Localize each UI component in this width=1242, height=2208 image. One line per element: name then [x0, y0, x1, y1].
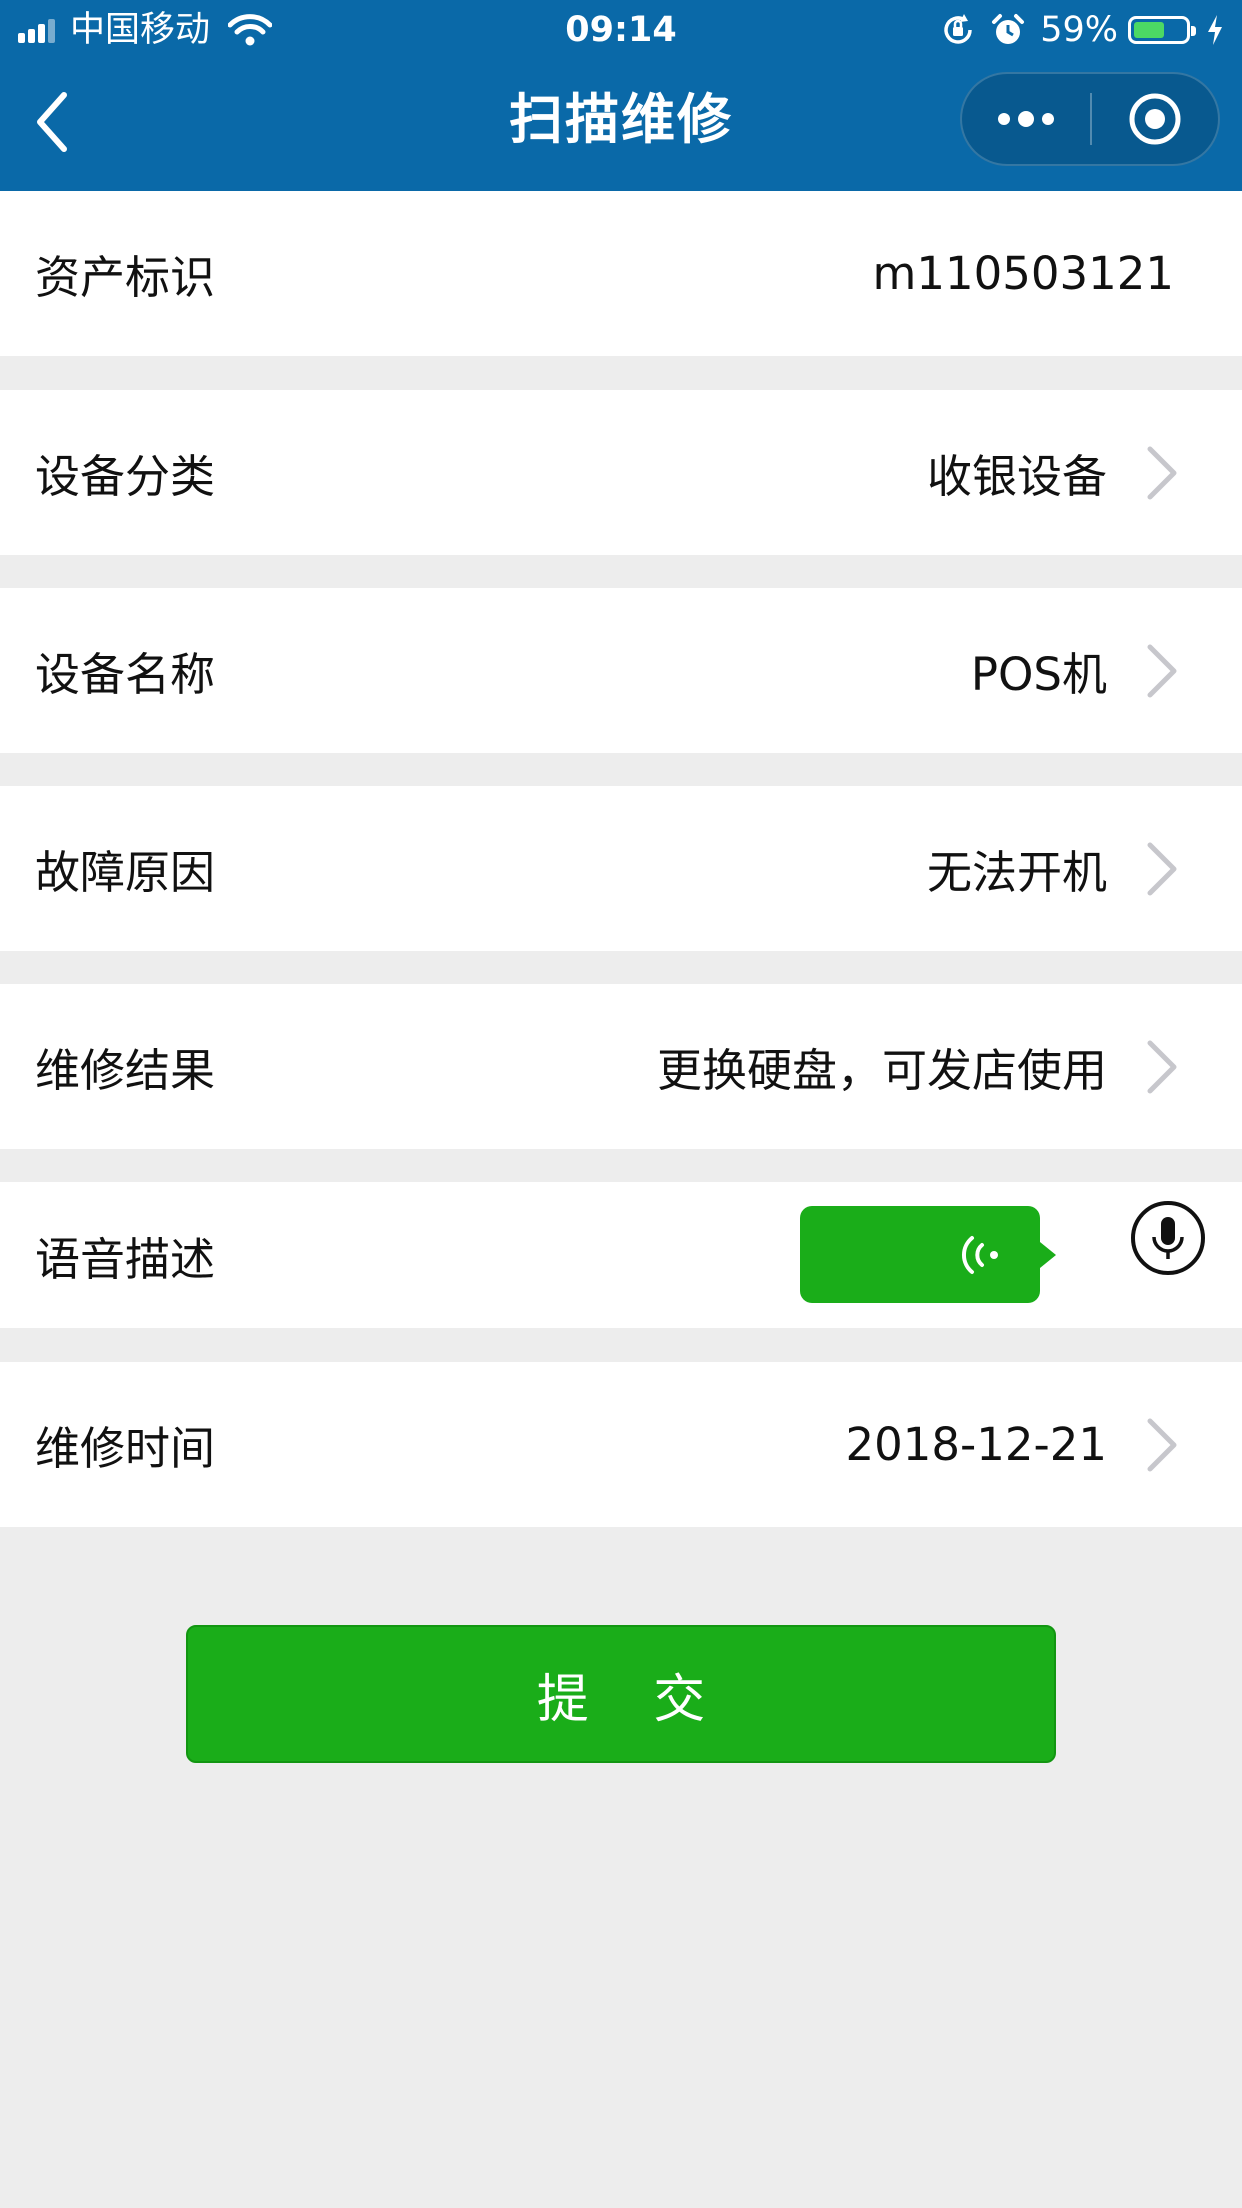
- close-button[interactable]: [1092, 72, 1218, 166]
- voice-message-bubble[interactable]: [800, 1206, 1056, 1303]
- microphone-icon[interactable]: [1129, 1199, 1207, 1277]
- more-icon: [998, 111, 1054, 127]
- device-name-row[interactable]: 设备名称 POS机: [0, 588, 1242, 753]
- close-target-icon: [1129, 93, 1181, 145]
- chevron-right-icon: [1147, 644, 1177, 697]
- chevron-right-icon: [1147, 446, 1177, 499]
- voice-label: 语音描述: [35, 1232, 216, 1286]
- fault-row[interactable]: 故障原因 无法开机: [0, 786, 1242, 951]
- repair-result-value: 更换硬盘，可发店使用: [656, 1044, 1107, 1097]
- repair-time-label: 维修时间: [35, 1422, 216, 1475]
- repair-result-label: 维修结果: [35, 1044, 216, 1097]
- category-row[interactable]: 设备分类 收银设备: [0, 390, 1242, 555]
- asset-id-label: 资产标识: [35, 251, 216, 304]
- voice-row: 语音描述: [0, 1182, 1242, 1328]
- battery-percent: 59%: [1040, 10, 1118, 50]
- battery-icon: [1128, 16, 1196, 44]
- fault-label: 故障原因: [35, 846, 216, 899]
- asset-id-value: m110503121: [872, 247, 1174, 300]
- repair-result-row[interactable]: 维修结果 更换硬盘，可发店使用: [0, 984, 1242, 1149]
- device-name-label: 设备名称: [35, 648, 216, 701]
- category-label: 设备分类: [35, 450, 216, 503]
- more-button[interactable]: [962, 72, 1090, 166]
- repair-time-value: 2018-12-21: [845, 1418, 1107, 1471]
- repair-time-row[interactable]: 维修时间 2018-12-21: [0, 1362, 1242, 1527]
- top-bar: 中国移动 09:14 59% 扫描维修: [0, 0, 1242, 191]
- fault-value: 无法开机: [926, 846, 1107, 899]
- chevron-right-icon: [1147, 842, 1177, 895]
- submit-button[interactable]: 提 交: [186, 1625, 1056, 1763]
- chevron-right-icon: [1147, 1418, 1177, 1471]
- charging-icon: [1208, 15, 1222, 45]
- asset-id-row: 资产标识 m110503121: [0, 191, 1242, 356]
- rotation-lock-icon: [944, 14, 972, 44]
- alarm-icon: [992, 14, 1025, 44]
- mini-program-capsule: [960, 72, 1220, 166]
- nav-bar: 扫描维修: [0, 60, 1242, 191]
- status-bar: 中国移动 09:14 59%: [0, 0, 1242, 60]
- voice-wave-icon: [961, 1236, 998, 1274]
- category-value: 收银设备: [926, 450, 1107, 503]
- chevron-right-icon: [1147, 1040, 1177, 1093]
- device-name-value: POS机: [970, 648, 1107, 701]
